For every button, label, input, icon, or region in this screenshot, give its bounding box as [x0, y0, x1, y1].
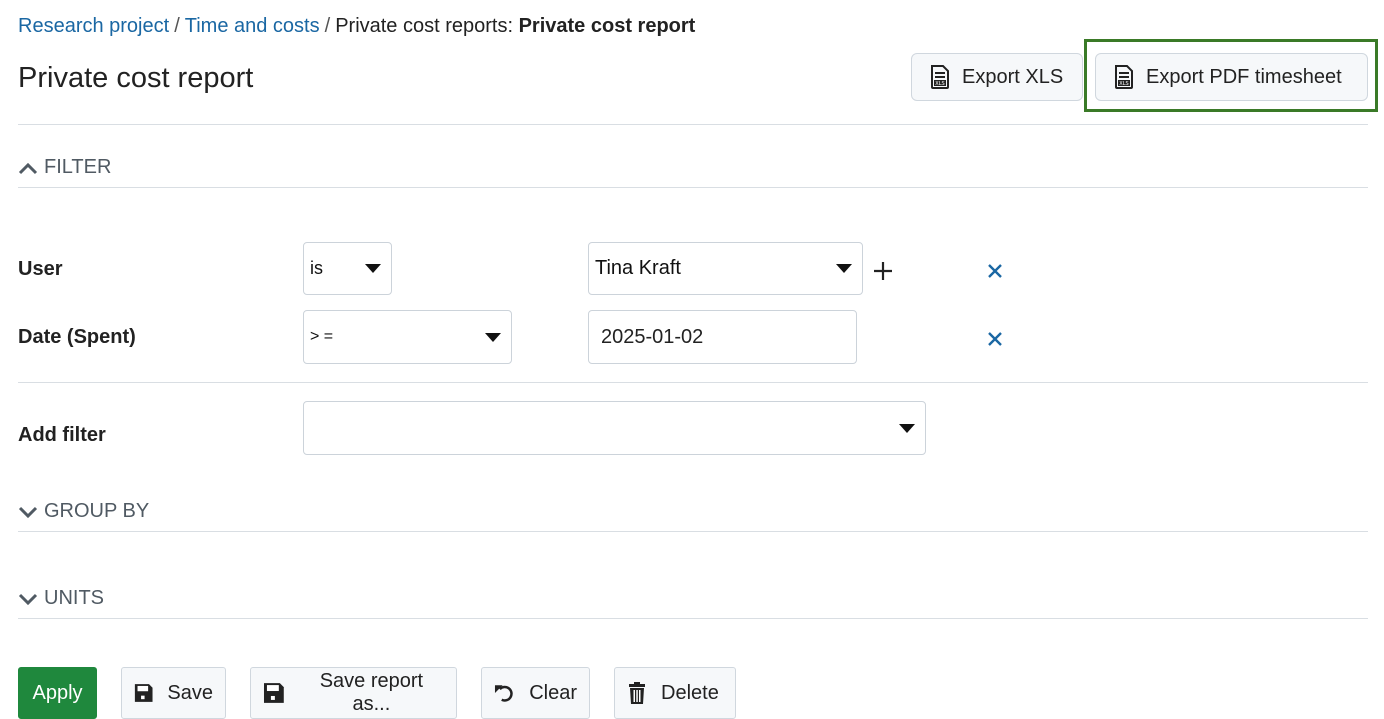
- breadcrumb-current-prefix: Private cost reports:: [335, 15, 514, 37]
- save-report-as-button[interactable]: Save report as...: [250, 667, 457, 719]
- spreadsheet-file-icon: XLS: [931, 65, 949, 89]
- export-xls-button[interactable]: XLS Export XLS: [911, 53, 1083, 101]
- delete-label: Delete: [661, 681, 719, 704]
- close-icon: [988, 332, 1002, 346]
- filter-label-user: User: [18, 258, 63, 280]
- date-operator-value: > =: [310, 328, 334, 345]
- svg-text:XLS: XLS: [935, 81, 944, 87]
- remove-date-filter-button[interactable]: [984, 328, 1006, 350]
- remove-user-filter-button[interactable]: [984, 260, 1006, 282]
- svg-text:XLS: XLS: [1119, 81, 1128, 87]
- page-title: Private cost report: [18, 62, 254, 94]
- delete-button[interactable]: Delete: [614, 667, 736, 719]
- export-pdf-timesheet-label: Export PDF timesheet: [1146, 65, 1342, 88]
- group-by-section-toggle[interactable]: GROUP BY: [18, 500, 149, 523]
- user-operator-value: is: [310, 258, 323, 278]
- undo-icon: [494, 685, 513, 702]
- divider: [18, 618, 1368, 619]
- close-icon: [988, 264, 1002, 278]
- filter-section-label: FILTER: [44, 156, 112, 178]
- units-section-label: UNITS: [44, 587, 104, 609]
- breadcrumb-current: Private cost report: [518, 15, 696, 37]
- user-value-select[interactable]: Tina Kraft: [588, 242, 863, 295]
- add-value-button[interactable]: [870, 258, 896, 284]
- trash-icon: [629, 682, 645, 704]
- save-report-as-label: Save report as...: [319, 670, 424, 715]
- add-filter-select[interactable]: [303, 401, 926, 455]
- date-value: 2025-01-02: [601, 325, 704, 348]
- user-value: Tina Kraft: [595, 257, 681, 279]
- chevron-up-icon: [18, 162, 38, 174]
- filter-section-toggle[interactable]: FILTER: [18, 156, 111, 179]
- caret-down-icon: [899, 423, 915, 433]
- chevron-down-icon: [18, 506, 38, 518]
- spreadsheet-file-icon: XLS: [1115, 65, 1133, 89]
- date-value-input[interactable]: 2025-01-02: [588, 310, 857, 364]
- breadcrumb-separator: /: [174, 15, 180, 37]
- group-by-section-label: GROUP BY: [44, 500, 150, 522]
- divider: [18, 531, 1368, 532]
- date-operator-select[interactable]: > =: [303, 310, 512, 364]
- clear-button[interactable]: Clear: [481, 667, 590, 719]
- add-filter-label: Add filter: [18, 424, 106, 446]
- user-operator-select[interactable]: is: [303, 242, 392, 295]
- breadcrumb-separator: /: [324, 15, 331, 37]
- caret-down-icon: [365, 264, 381, 273]
- floppy-disk-icon: [263, 683, 284, 703]
- divider: [18, 124, 1368, 125]
- breadcrumb-link-time-and-costs[interactable]: Time and costs: [185, 15, 320, 37]
- floppy-disk-icon: [134, 684, 153, 702]
- breadcrumb: Research project / Time and costs / Private …: [18, 12, 695, 40]
- apply-button[interactable]: Apply: [18, 667, 97, 719]
- export-xls-label: Export XLS: [962, 65, 1064, 88]
- export-pdf-timesheet-button[interactable]: XLS Export PDF timesheet: [1095, 53, 1368, 101]
- plus-icon: [874, 262, 892, 280]
- caret-down-icon: [836, 264, 852, 273]
- chevron-down-icon: [18, 593, 38, 605]
- save-label: Save: [167, 681, 213, 704]
- divider: [18, 382, 1368, 383]
- units-section-toggle[interactable]: UNITS: [18, 587, 104, 610]
- caret-down-icon: [485, 332, 501, 342]
- breadcrumb-link-project[interactable]: Research project: [18, 15, 169, 37]
- clear-label: Clear: [529, 681, 577, 704]
- divider: [18, 187, 1368, 188]
- save-button[interactable]: Save: [121, 667, 226, 719]
- filter-label-date-spent: Date (Spent): [18, 326, 136, 348]
